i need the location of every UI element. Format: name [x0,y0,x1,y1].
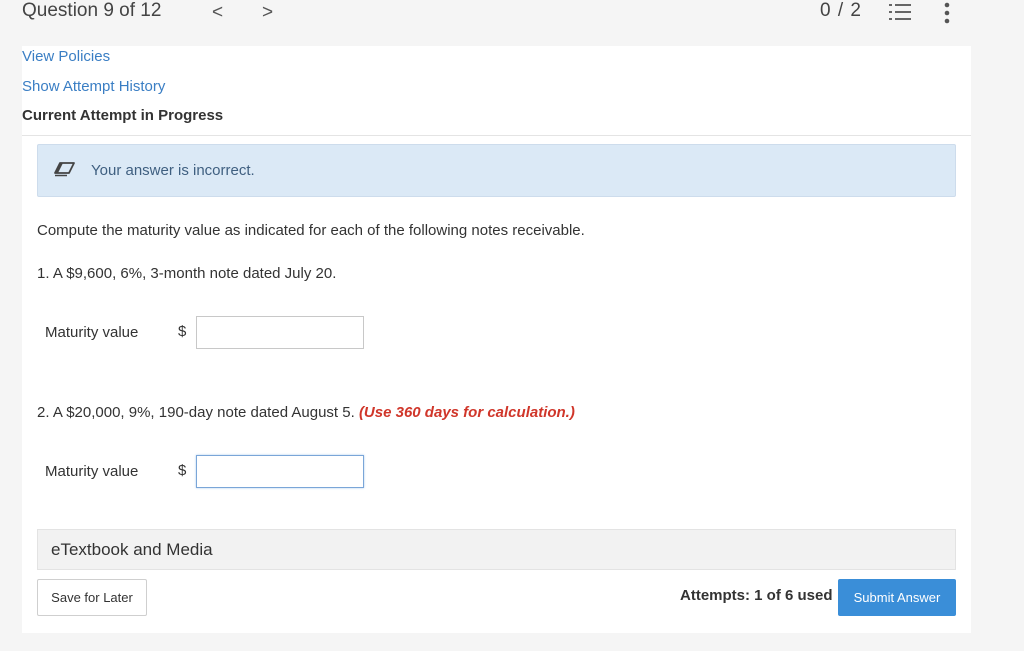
chevron-left-icon[interactable]: < [212,2,223,24]
attempt-heading: Current Attempt in Progress [22,107,224,124]
maturity-value-label-1: Maturity value [45,324,139,341]
feedback-text: Your answer is incorrect. [91,162,255,179]
question-card: View Policies Show Attempt History Curre… [22,46,971,633]
currency-symbol-2: $ [178,462,187,479]
divider [22,135,971,136]
top-bar: Question 9 of 12 < > 0 / 2 [0,0,1024,46]
show-attempt-history-link[interactable]: Show Attempt History [22,78,165,95]
maturity-value-label-2: Maturity value [45,463,139,480]
score-display: 0 / 2 [820,0,862,21]
etextbook-media-toggle[interactable]: eTextbook and Media [37,529,956,570]
attempts-counter: Attempts: 1 of 6 used [680,587,833,604]
question-part-1: 1. A $9,600, 6%, 3-month note dated July… [37,265,337,282]
question-instruction: Compute the maturity value as indicated … [37,222,585,239]
etextbook-media-label: eTextbook and Media [51,540,213,559]
question-part-2-text: 2. A $20,000, 9%, 190-day note dated Aug… [37,404,355,421]
question-part-2: 2. A $20,000, 9%, 190-day note dated Aug… [37,404,575,421]
calculation-note: (Use 360 days for calculation.) [358,404,575,421]
more-vertical-icon[interactable] [937,2,957,24]
chevron-right-icon[interactable]: > [262,2,273,24]
currency-symbol-1: $ [178,323,187,340]
feedback-banner: Your answer is incorrect. [37,144,956,197]
submit-answer-button[interactable]: Submit Answer [838,579,956,616]
view-policies-link[interactable]: View Policies [22,48,110,65]
question-counter: Question 9 of 12 [22,0,162,21]
maturity-value-input-2[interactable] [196,455,364,488]
maturity-value-input-1[interactable] [196,316,364,349]
pencil-eraser-icon [54,162,75,177]
save-for-later-button[interactable]: Save for Later [37,579,147,616]
numbered-list-icon[interactable] [889,2,911,22]
